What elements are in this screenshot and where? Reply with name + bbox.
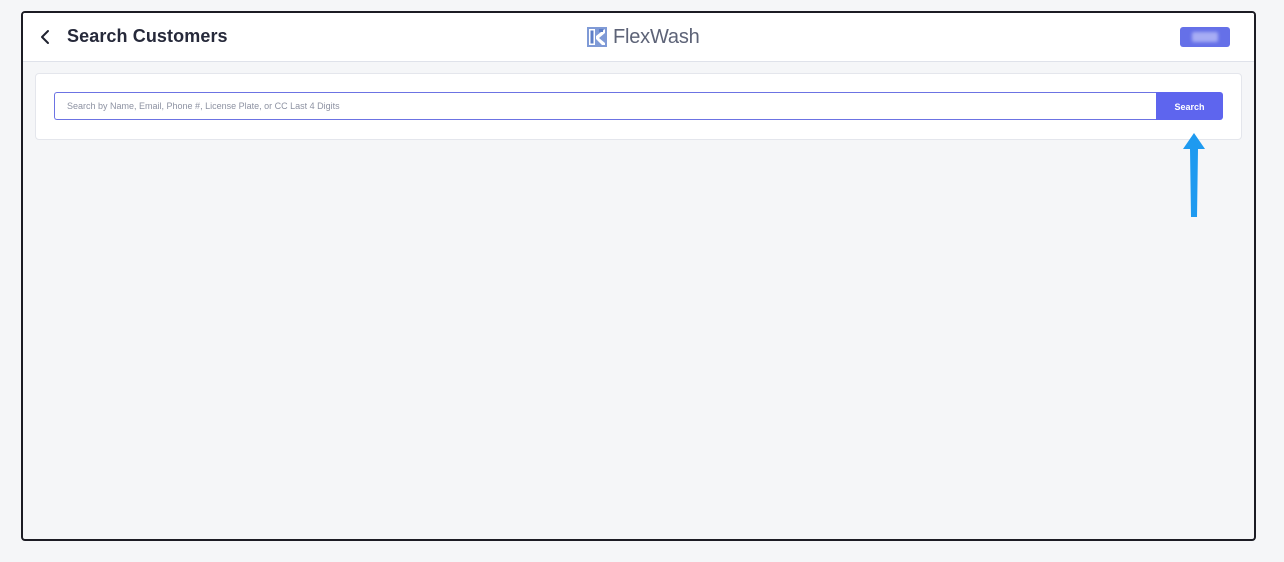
annotation-arrow-up-icon [1183,133,1205,217]
flexwash-logo-icon [587,27,607,47]
search-card: Search [35,73,1242,140]
brand-logo: FlexWash [587,25,700,49]
search-button[interactable]: Search [1156,92,1223,120]
app-window: Search Customers FlexWash Search [21,11,1256,541]
user-name-redacted [1192,32,1218,42]
chevron-left-icon [41,30,49,44]
page-title: Search Customers [67,26,228,46]
top-bar: Search Customers FlexWash [23,13,1254,62]
back-button[interactable] [37,27,55,47]
customer-search-input[interactable] [54,92,1165,120]
brand-name: FlexWash [613,25,700,48]
user-account-button[interactable] [1180,27,1230,47]
